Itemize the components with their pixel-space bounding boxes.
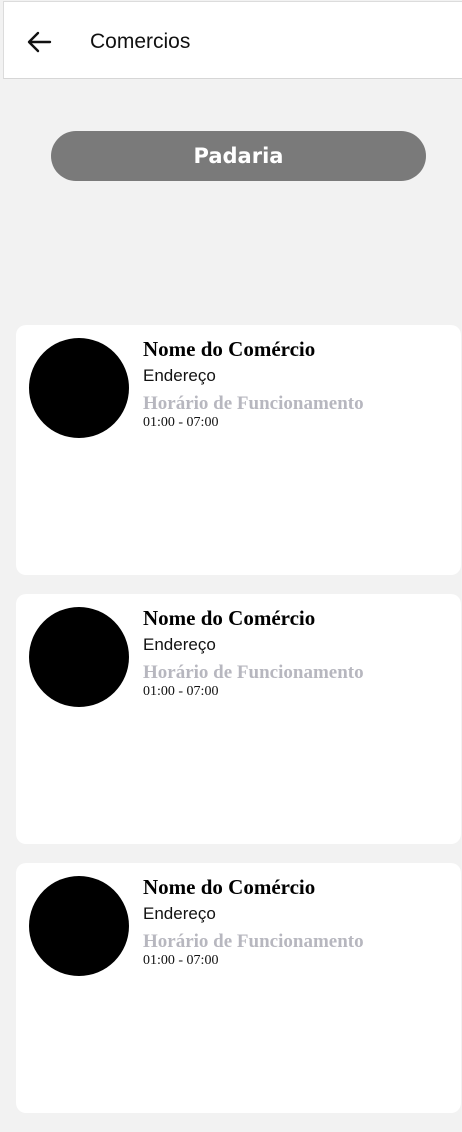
arrow-left-icon xyxy=(27,31,52,53)
shop-hours: 01:00 - 07:00 xyxy=(143,415,219,430)
shop-address: Endereço xyxy=(143,366,216,385)
page-title: Comercios xyxy=(90,30,191,53)
shop-hours-label: Horário de Funcionamento xyxy=(143,931,364,952)
shop-hours: 01:00 - 07:00 xyxy=(143,953,219,968)
shop-name: Nome do Comércio xyxy=(143,337,316,361)
shop-avatar xyxy=(29,607,129,707)
back-button[interactable] xyxy=(21,26,57,58)
shop-card[interactable]: Nome do Comércio Endereço Horário de Fun… xyxy=(16,863,461,1113)
shop-card[interactable]: Nome do Comércio Endereço Horário de Fun… xyxy=(16,325,461,575)
shop-hours: 01:00 - 07:00 xyxy=(143,684,219,699)
app-bar: Comercios xyxy=(3,1,462,79)
category-button-padaria[interactable]: Padaria xyxy=(51,131,426,181)
shop-hours-label: Horário de Funcionamento xyxy=(143,393,364,414)
shop-card[interactable]: Nome do Comércio Endereço Horário de Fun… xyxy=(16,594,461,844)
shop-name: Nome do Comércio xyxy=(143,875,316,899)
shop-address: Endereço xyxy=(143,635,216,654)
shop-name: Nome do Comércio xyxy=(143,606,316,630)
shop-avatar xyxy=(29,338,129,438)
shop-list: Nome do Comércio Endereço Horário de Fun… xyxy=(16,325,461,1132)
shop-avatar xyxy=(29,876,129,976)
shop-hours-label: Horário de Funcionamento xyxy=(143,662,364,683)
shop-address: Endereço xyxy=(143,904,216,923)
